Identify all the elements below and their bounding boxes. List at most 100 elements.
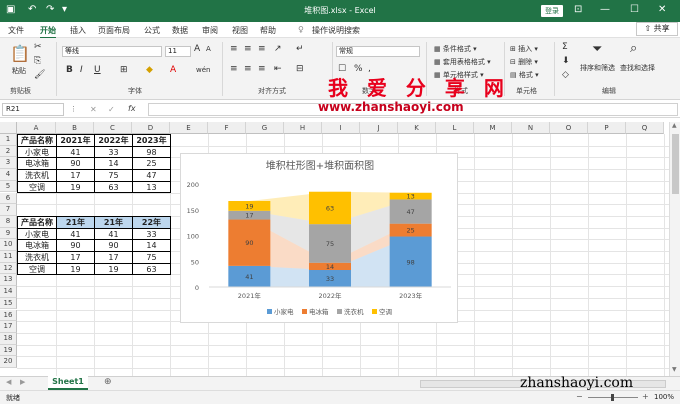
column-header[interactable]: F bbox=[208, 122, 246, 134]
row-header[interactable]: 10 bbox=[0, 239, 17, 251]
table-cell[interactable]: 空调 bbox=[17, 262, 57, 276]
tab-review[interactable]: 审阅 bbox=[202, 25, 218, 36]
add-sheet-icon[interactable]: ⊕ bbox=[104, 377, 112, 387]
column-header[interactable]: L bbox=[436, 122, 474, 134]
tab-insert[interactable]: 插入 bbox=[70, 25, 86, 36]
font-size-select[interactable]: 11 bbox=[165, 46, 191, 57]
ribbon-display-icon[interactable]: ⊡ bbox=[574, 4, 582, 15]
column-header[interactable]: A bbox=[17, 122, 56, 134]
share-button[interactable]: ⇧ 共享 bbox=[636, 22, 678, 36]
scroll-up-icon[interactable]: ▲ bbox=[672, 122, 677, 129]
row-header[interactable]: 12 bbox=[0, 262, 17, 275]
login-button[interactable]: 登录 bbox=[541, 5, 563, 17]
row-header[interactable]: 1 bbox=[0, 134, 17, 146]
table-cell[interactable]: 19 bbox=[94, 262, 133, 276]
grow-font-icon[interactable]: A bbox=[194, 44, 200, 54]
scroll-down-icon[interactable]: ▼ bbox=[672, 366, 677, 373]
scroll-thumb[interactable] bbox=[672, 134, 679, 194]
close-icon[interactable]: ✕ bbox=[658, 4, 666, 15]
table-cell[interactable]: 19 bbox=[56, 180, 95, 194]
column-header[interactable]: M bbox=[474, 122, 512, 134]
align-bottom-icon[interactable]: ≡ bbox=[258, 44, 266, 54]
tab-view[interactable]: 视图 bbox=[232, 25, 248, 36]
table-cell[interactable]: 13 bbox=[132, 180, 171, 194]
row-header[interactable]: 6 bbox=[0, 192, 17, 205]
row-header[interactable]: 5 bbox=[0, 180, 17, 193]
zoom-out-icon[interactable]: − bbox=[576, 392, 583, 401]
row-header[interactable]: 15 bbox=[0, 297, 17, 310]
column-header[interactable]: O bbox=[550, 122, 588, 134]
row-header[interactable]: 18 bbox=[0, 332, 17, 345]
tab-data[interactable]: 数据 bbox=[172, 25, 188, 36]
shrink-font-icon[interactable]: A bbox=[206, 45, 211, 53]
merge-center-icon[interactable]: ⊟ bbox=[296, 64, 304, 74]
more-icon[interactable]: ⋮ bbox=[70, 105, 77, 113]
tab-page-layout[interactable]: 页面布局 bbox=[98, 25, 130, 36]
align-top-icon[interactable]: ≡ bbox=[230, 44, 238, 54]
phonetic-icon[interactable]: wén bbox=[196, 66, 210, 74]
format-cells-button[interactable]: ▤ 格式 ▾ bbox=[510, 70, 539, 80]
table-cell[interactable]: 19 bbox=[56, 262, 95, 276]
insert-cells-button[interactable]: ⊞ 插入 ▾ bbox=[510, 44, 538, 54]
column-header[interactable]: H bbox=[284, 122, 322, 134]
row-header[interactable]: 3 bbox=[0, 157, 17, 170]
cancel-icon[interactable]: ✕ bbox=[90, 105, 97, 114]
sort-filter-icon[interactable]: ⏷ bbox=[592, 42, 602, 57]
tell-me-search[interactable]: 操作说明搜索 bbox=[312, 25, 360, 36]
column-header[interactable]: C bbox=[94, 122, 132, 134]
copy-icon[interactable]: ⎘ bbox=[34, 56, 41, 66]
paste-icon[interactable]: 📋 bbox=[10, 44, 30, 63]
tab-home[interactable]: 开始 bbox=[40, 25, 56, 39]
tab-formulas[interactable]: 公式 bbox=[144, 25, 160, 36]
align-left-icon[interactable]: ≡ bbox=[230, 64, 238, 74]
enter-icon[interactable]: ✓ bbox=[108, 105, 115, 114]
align-middle-icon[interactable]: ≡ bbox=[244, 44, 252, 54]
italic-icon[interactable]: I bbox=[80, 65, 83, 75]
column-header[interactable]: P bbox=[588, 122, 626, 134]
column-header[interactable]: B bbox=[56, 122, 94, 134]
align-right-icon[interactable]: ≡ bbox=[258, 64, 266, 74]
conditional-format-button[interactable]: ▦ 条件格式 ▾ bbox=[434, 44, 477, 54]
column-header[interactable]: G bbox=[246, 122, 284, 134]
row-header[interactable]: 17 bbox=[0, 321, 17, 333]
indent-icon[interactable]: ⇤ bbox=[274, 64, 282, 74]
format-painter-icon[interactable]: 🖌 bbox=[34, 70, 45, 80]
row-header[interactable]: 2 bbox=[0, 145, 17, 158]
row-header[interactable]: 20 bbox=[0, 356, 17, 368]
row-header[interactable]: 8 bbox=[0, 215, 17, 228]
clear-icon[interactable]: ◇ bbox=[562, 70, 569, 80]
name-box[interactable]: R21 bbox=[2, 103, 64, 116]
column-header[interactable]: J bbox=[360, 122, 398, 134]
format-as-table-button[interactable]: ▦ 套用表格格式 ▾ bbox=[434, 57, 491, 67]
orientation-icon[interactable]: ↗ bbox=[274, 44, 282, 54]
number-format-select[interactable]: 常规 bbox=[336, 46, 420, 57]
column-header[interactable]: N bbox=[512, 122, 550, 134]
minimize-icon[interactable]: — bbox=[600, 4, 610, 15]
next-sheet-icon[interactable]: ▶ bbox=[20, 378, 25, 386]
row-header[interactable]: 9 bbox=[0, 227, 17, 240]
zoom-in-icon[interactable]: + bbox=[642, 392, 649, 401]
zoom-thumb[interactable] bbox=[611, 394, 614, 401]
font-name-select[interactable]: 等线 bbox=[62, 46, 162, 57]
column-header[interactable]: K bbox=[398, 122, 436, 134]
column-header[interactable]: E bbox=[170, 122, 208, 134]
fill-icon[interactable]: ⬇ bbox=[562, 56, 570, 66]
insert-function-icon[interactable]: fx bbox=[128, 104, 136, 113]
row-header[interactable]: 11 bbox=[0, 251, 17, 263]
row-header[interactable]: 16 bbox=[0, 309, 17, 322]
table-cell[interactable]: 63 bbox=[132, 262, 171, 276]
find-select-icon[interactable]: ⌕ bbox=[630, 41, 637, 56]
delete-cells-button[interactable]: ⊟ 删除 ▾ bbox=[510, 57, 538, 67]
autosum-icon[interactable]: Σ bbox=[562, 42, 568, 52]
align-center-icon[interactable]: ≡ bbox=[244, 64, 252, 74]
row-header[interactable]: 4 bbox=[0, 169, 17, 181]
underline-icon[interactable]: U bbox=[94, 65, 101, 75]
paste-label[interactable]: 粘贴 bbox=[12, 66, 26, 76]
column-header[interactable]: I bbox=[322, 122, 360, 134]
find-select-label[interactable]: 查找和选择 bbox=[620, 63, 655, 73]
row-header[interactable]: 14 bbox=[0, 286, 17, 298]
tab-help[interactable]: 帮助 bbox=[260, 25, 276, 36]
font-color-icon[interactable]: A bbox=[170, 65, 176, 75]
table-cell[interactable]: 空调 bbox=[17, 180, 57, 194]
maximize-icon[interactable]: ☐ bbox=[630, 4, 639, 15]
